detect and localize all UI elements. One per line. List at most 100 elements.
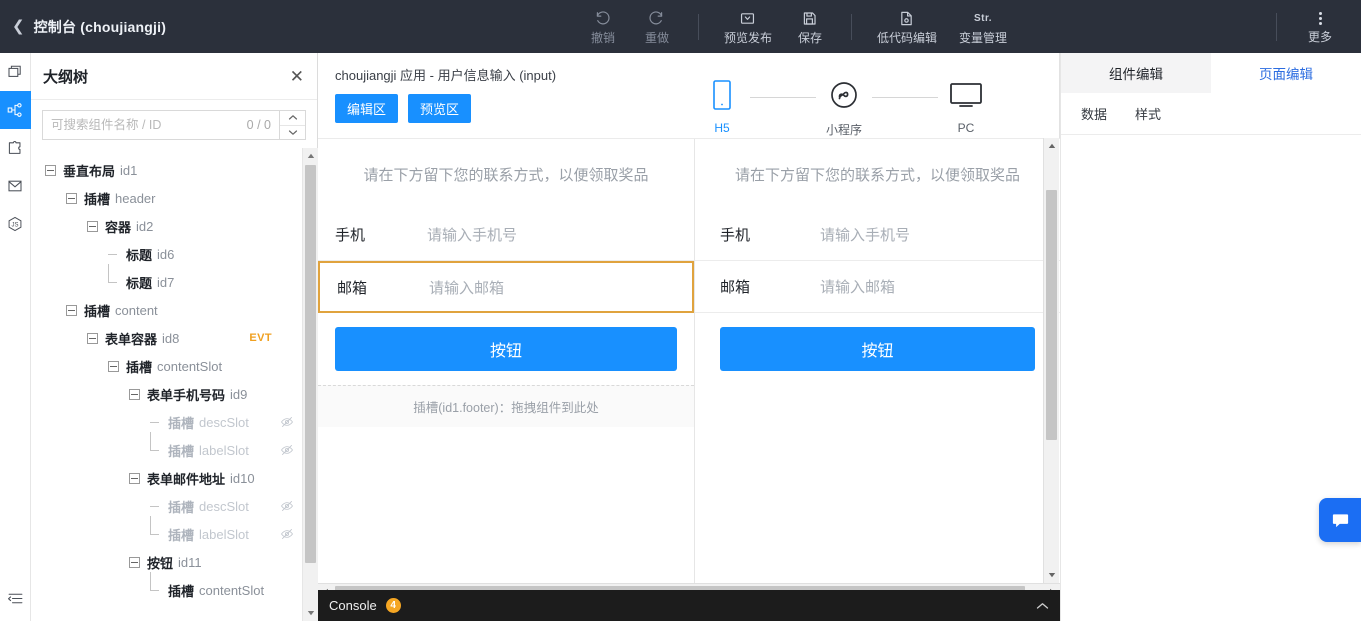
outline-scroll-down-button[interactable]: [303, 605, 318, 621]
tree-node[interactable]: 插槽 descSlot: [31, 408, 302, 436]
device-miniprogram-button[interactable]: 小程序: [816, 73, 872, 138]
form-label-phone: 手机: [335, 227, 366, 244]
tree-node-id: content: [115, 302, 158, 318]
tree-node[interactable]: 标题 id6: [31, 240, 302, 268]
tree-node[interactable]: 插槽 header: [31, 184, 302, 212]
tree-node[interactable]: 按钮 id11: [31, 548, 302, 576]
eye-hidden-icon[interactable]: [280, 499, 294, 513]
right-panel-subtabs: 数据 样式: [1061, 93, 1361, 135]
tree-collapse-icon[interactable]: [129, 472, 140, 484]
tree-collapse-icon[interactable]: [87, 332, 98, 344]
tab-component-edit[interactable]: 组件编辑: [1061, 53, 1211, 93]
subtab-style[interactable]: 样式: [1135, 104, 1161, 123]
tree-collapse-icon[interactable]: [108, 360, 119, 372]
edit-area-button[interactable]: 编辑区: [335, 94, 399, 123]
tree-node-name: 标题: [126, 275, 153, 291]
search-nav-buttons: [279, 110, 306, 140]
editor-frame[interactable]: 请在下方留下您的联系方式，以便领取奖品 手机 请输入手机号 邮箱 请输入邮箱 按…: [318, 139, 695, 583]
tree-node[interactable]: 容器 id2: [31, 212, 302, 240]
device-connector-2: [872, 97, 938, 98]
preview-area-button[interactable]: 预览区: [408, 94, 472, 123]
search-input[interactable]: [51, 118, 241, 132]
device-pc-button[interactable]: PC: [938, 73, 994, 135]
eye-hidden-icon[interactable]: [280, 443, 294, 457]
tree-collapse-icon[interactable]: [66, 304, 77, 316]
undo-button[interactable]: 撤销: [576, 0, 630, 53]
device-pc-label: PC: [957, 121, 975, 135]
lowcode-edit-button[interactable]: 低代码编辑: [866, 0, 948, 53]
tree-node[interactable]: 表单邮件地址 id10: [31, 464, 302, 492]
tree-collapse-icon[interactable]: [129, 556, 140, 568]
redo-button[interactable]: 重做: [630, 0, 684, 53]
submit-button[interactable]: 按钮: [335, 327, 677, 371]
chat-support-button[interactable]: [1319, 498, 1361, 542]
tree-node[interactable]: 插槽 contentSlot: [31, 352, 302, 380]
tree-node-name: 表单容器: [105, 331, 158, 347]
tree-collapse-icon[interactable]: [45, 164, 56, 176]
tree-node-name: 垂直布局: [63, 163, 116, 179]
tree-node-name: 容器: [105, 219, 132, 235]
tree-node[interactable]: 标题 id7: [31, 263, 302, 296]
preview-publish-button[interactable]: 预览发布: [713, 0, 783, 53]
footer-slot-dropzone[interactable]: 插槽(id1.footer)：拖拽组件到此处: [318, 385, 694, 427]
preview-frame[interactable]: 请在下方留下您的联系方式，以便领取奖品 手机 请输入手机号 邮箱 请输入邮箱 按…: [695, 139, 1060, 583]
console-bar[interactable]: Console 4: [318, 590, 1060, 621]
tab-page-edit[interactable]: 页面编辑: [1211, 53, 1361, 93]
save-button[interactable]: 保存: [783, 0, 837, 53]
subtab-data[interactable]: 数据: [1081, 104, 1107, 123]
variable-manage-label: 变量管理: [959, 31, 1008, 45]
tree-branch-line-icon: [150, 515, 161, 540]
tree-node-name: 插槽: [168, 499, 195, 515]
caret-down-icon: [1048, 573, 1055, 578]
tree-collapse-icon[interactable]: [129, 388, 140, 400]
outline-tree-scrollbar[interactable]: [302, 148, 318, 621]
canvas-scroll-up-button[interactable]: [1044, 138, 1059, 154]
mobile-icon: [711, 73, 733, 117]
collapse-panel-button[interactable]: [0, 575, 31, 621]
search-next-button[interactable]: [280, 125, 305, 139]
toolbar-right-group: 更多: [1276, 0, 1361, 53]
tree-node[interactable]: 插槽 labelSlot: [31, 515, 302, 548]
publish-icon: [739, 8, 756, 28]
toolbar-actions: 撤销 重做 预览发布 保存 低代码编辑 Str. 变量管理: [318, 0, 1276, 53]
preview-submit-button[interactable]: 按钮: [720, 327, 1035, 371]
top-toolbar: ❮ 控制台 (choujiangji) 撤销 重做 预览发布 保存 低代码编辑 …: [0, 0, 1361, 53]
preview-row-phone[interactable]: 手机 请输入手机号: [695, 209, 1060, 261]
tree-branch-line-icon: [150, 501, 161, 512]
device-h5-button[interactable]: H5: [694, 73, 750, 135]
miniprogram-icon: [829, 73, 859, 117]
variable-manage-button[interactable]: Str. 变量管理: [948, 0, 1018, 53]
tree-node[interactable]: 插槽 labelSlot: [31, 431, 302, 464]
tree-node[interactable]: 插槽 descSlot: [31, 492, 302, 520]
eye-hidden-icon[interactable]: [280, 415, 294, 429]
sidebar-item-plugin[interactable]: [0, 129, 31, 167]
form-hint-text: 请在下方留下您的联系方式，以便领取奖品: [363, 167, 649, 184]
tree-node[interactable]: 插槽 content: [31, 296, 302, 324]
console-expand-button[interactable]: [1036, 598, 1049, 613]
canvas-scroll-down-button[interactable]: [1044, 567, 1059, 583]
tree-node[interactable]: 表单容器 id8 EVT: [31, 324, 302, 352]
eye-hidden-icon[interactable]: [280, 527, 294, 541]
sidebar-item-outline[interactable]: [0, 91, 31, 129]
outline-scroll-up-button[interactable]: [303, 148, 318, 164]
search-prev-button[interactable]: [280, 111, 305, 126]
tree-collapse-icon[interactable]: [87, 220, 98, 232]
caret-up-icon: [307, 153, 314, 158]
tree-node[interactable]: 垂直布局 id1: [31, 156, 302, 184]
preview-row-email[interactable]: 邮箱 请输入邮箱: [695, 261, 1060, 313]
canvas-vertical-scrollbar[interactable]: [1043, 138, 1059, 583]
code-file-icon: [898, 8, 915, 28]
chevron-left-icon[interactable]: ❮: [12, 19, 25, 34]
outline-scroll-thumb[interactable]: [305, 165, 316, 563]
tree-collapse-icon[interactable]: [66, 192, 77, 204]
form-row-email[interactable]: 邮箱 请输入邮箱: [318, 261, 694, 313]
sidebar-item-pages[interactable]: [0, 53, 31, 91]
sidebar-item-js[interactable]: JS: [0, 205, 31, 243]
form-row-phone[interactable]: 手机 请输入手机号: [318, 209, 694, 261]
close-icon[interactable]: ✕: [290, 68, 304, 85]
canvas-vscroll-thumb[interactable]: [1046, 190, 1057, 440]
more-button[interactable]: 更多: [1293, 0, 1347, 53]
tree-node[interactable]: 表单手机号码 id9: [31, 380, 302, 408]
sidebar-item-media[interactable]: [0, 167, 31, 205]
tree-node[interactable]: 插槽 contentSlot: [31, 571, 302, 604]
